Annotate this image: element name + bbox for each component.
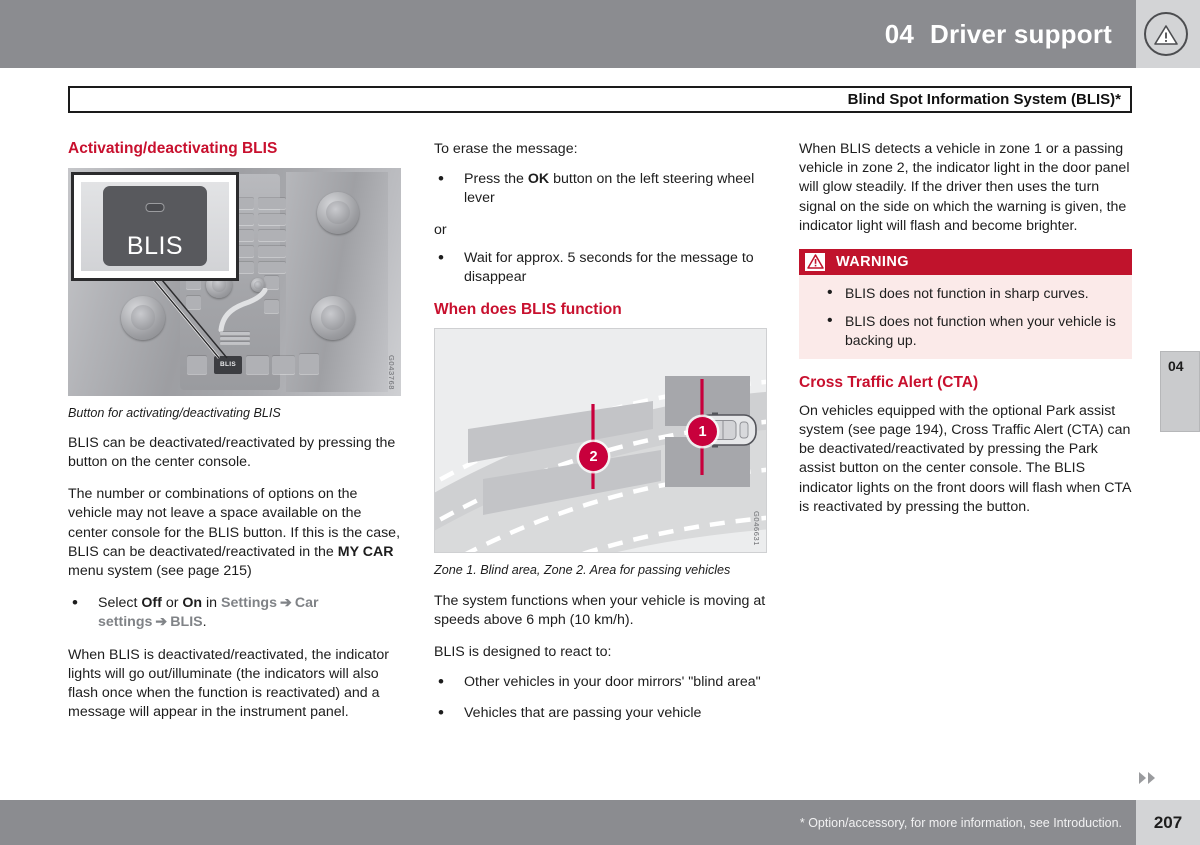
road-diagram: 1 2 G046631 (434, 328, 767, 554)
option-in: in (202, 595, 222, 612)
paragraph-indicator-lights: When BLIS is deactivated/reactivated, th… (68, 646, 389, 721)
list-react-targets: Other vehicles in your door mirrors' "bl… (434, 671, 767, 724)
press-prefix: Press the (464, 171, 528, 188)
chapter-title: Driver support (930, 18, 1112, 49)
chapter-number: 04 (884, 18, 915, 49)
road-diagram-svg (435, 329, 766, 553)
footer-bar: * Option/accessory, for more information… (0, 800, 1136, 845)
paragraph-blis-deactivate: BLIS can be deactivated/reactivated by p… (68, 434, 396, 471)
figure-reference-code: G043768 (387, 354, 396, 390)
warning-triangle-icon (805, 252, 825, 271)
section-title-box: Blind Spot Information System (BLIS)* (68, 86, 1132, 113)
heading-activating-deactivating-blis: Activating/deactivating BLIS (68, 140, 278, 157)
page-title: 04 Driver support (885, 10, 1112, 58)
menu-arrow-1: ➔ (279, 595, 292, 612)
warning-box: WARNING BLIS does not function in sharp … (799, 248, 1132, 360)
section-title-text: Blind Spot Information System (BLIS)* (847, 91, 1121, 108)
column-right: When BLIS detects a vehicle in zone 1 or… (799, 140, 1132, 517)
list-erase-step-1: Press the OK button on the left steering… (434, 168, 767, 208)
select-prefix: Select (98, 595, 142, 612)
callout-inner-panel: BLIS (81, 181, 229, 271)
manual-page: 04 Driver support Blind Spot Information… (0, 0, 1200, 845)
warning-title: WARNING (836, 253, 909, 270)
menu-path-blis: BLIS (170, 614, 203, 631)
list-item-blind-area: Other vehicles in your door mirrors' "bl… (434, 671, 767, 694)
chapter-side-tab: 04 (1160, 351, 1200, 432)
figure-caption-zones: Zone 1. Blind area, Zone 2. Area for pas… (434, 563, 731, 578)
blis-button-label: BLIS (126, 232, 184, 261)
paragraph-speed-threshold: The system functions when your vehicle i… (434, 592, 766, 628)
heading-when-does-blis-function: When does BLIS function (434, 300, 622, 318)
figure-caption-console: Button for activating/deactivating BLIS (68, 405, 281, 420)
next-page-arrows[interactable] (1139, 772, 1155, 784)
warning-item-sharp-curves: BLIS does not function in sharp curves. (799, 282, 1124, 304)
paragraph-indicator-behavior: When BLIS detects a vehicle in zone 1 or… (799, 141, 1130, 234)
option-off: Off (141, 595, 162, 612)
chevron-right-icon[interactable] (1148, 772, 1155, 784)
option-on: On (182, 595, 203, 612)
menu-path-period: . (202, 614, 207, 631)
blis-button-enlarged: BLIS (103, 186, 207, 267)
menu-path-settings: Settings (221, 595, 277, 612)
mycar-bold: MY CAR (337, 543, 394, 560)
lead-erase-message: To erase the message: (434, 141, 578, 157)
heading-cross-traffic-alert: Cross Traffic Alert (CTA) (799, 374, 979, 392)
column-middle: To erase the message: Press the OK butto… (434, 140, 767, 736)
figure-reference-code-road: G046631 (752, 511, 761, 547)
column-left: Activating/deactivating BLIS BLIS BLIS G… (68, 140, 401, 722)
figure-center-console: BLIS BLIS G043768 Button for activating/… (68, 167, 401, 421)
or-separator: or (434, 221, 447, 238)
list-item-passing-vehicles: Vehicles that are passing your vehicle (434, 701, 767, 724)
option-or: or (161, 595, 183, 612)
blis-indicator-led (145, 203, 165, 213)
list-menu-path: Select Off or On in Settings➔Car setting… (68, 592, 401, 632)
warning-bullet-list: BLIS does not function in sharp curves. … (799, 282, 1124, 349)
list-item-press-ok: Press the OK button on the left steering… (434, 168, 767, 208)
warning-box-body: BLIS does not function in sharp curves. … (799, 274, 1132, 360)
paragraph-cta-description: On vehicles equipped with the optional P… (799, 402, 1131, 515)
center-console-photo: BLIS BLIS G043768 (68, 167, 401, 396)
list-item-wait-5-seconds: Wait for approx. 5 seconds for the messa… (434, 246, 767, 287)
chevron-right-icon[interactable] (1139, 772, 1146, 784)
paragraph-mycar-menu: The number or combinations of options on… (68, 485, 401, 581)
warning-item-backing-up: BLIS does not function when your vehicle… (799, 310, 1124, 349)
menu-arrow-2: ➔ (155, 614, 168, 631)
lead-designed-to-react: BLIS is designed to react to: (434, 644, 612, 661)
footer-page-block: 207 (1136, 800, 1200, 845)
warning-triangle-icon (1144, 12, 1188, 56)
page-number: 207 (1153, 812, 1183, 832)
figure-road-zones: 1 2 G046631 Zone 1. Blind area, Zone 2. … (434, 328, 767, 578)
list-item-select-off-on: Select Off or On in Settings➔Car setting… (68, 592, 401, 632)
footer-option-note: * Option/accessory, for more information… (799, 815, 1122, 830)
list-erase-step-2: Wait for approx. 5 seconds for the messa… (434, 246, 767, 287)
warning-box-header: WARNING (799, 248, 1132, 275)
ok-button-label: OK (527, 171, 550, 188)
paragraph-mycar-part2: menu system (see page 215) (68, 562, 252, 579)
blis-button-callout: BLIS (71, 171, 239, 281)
